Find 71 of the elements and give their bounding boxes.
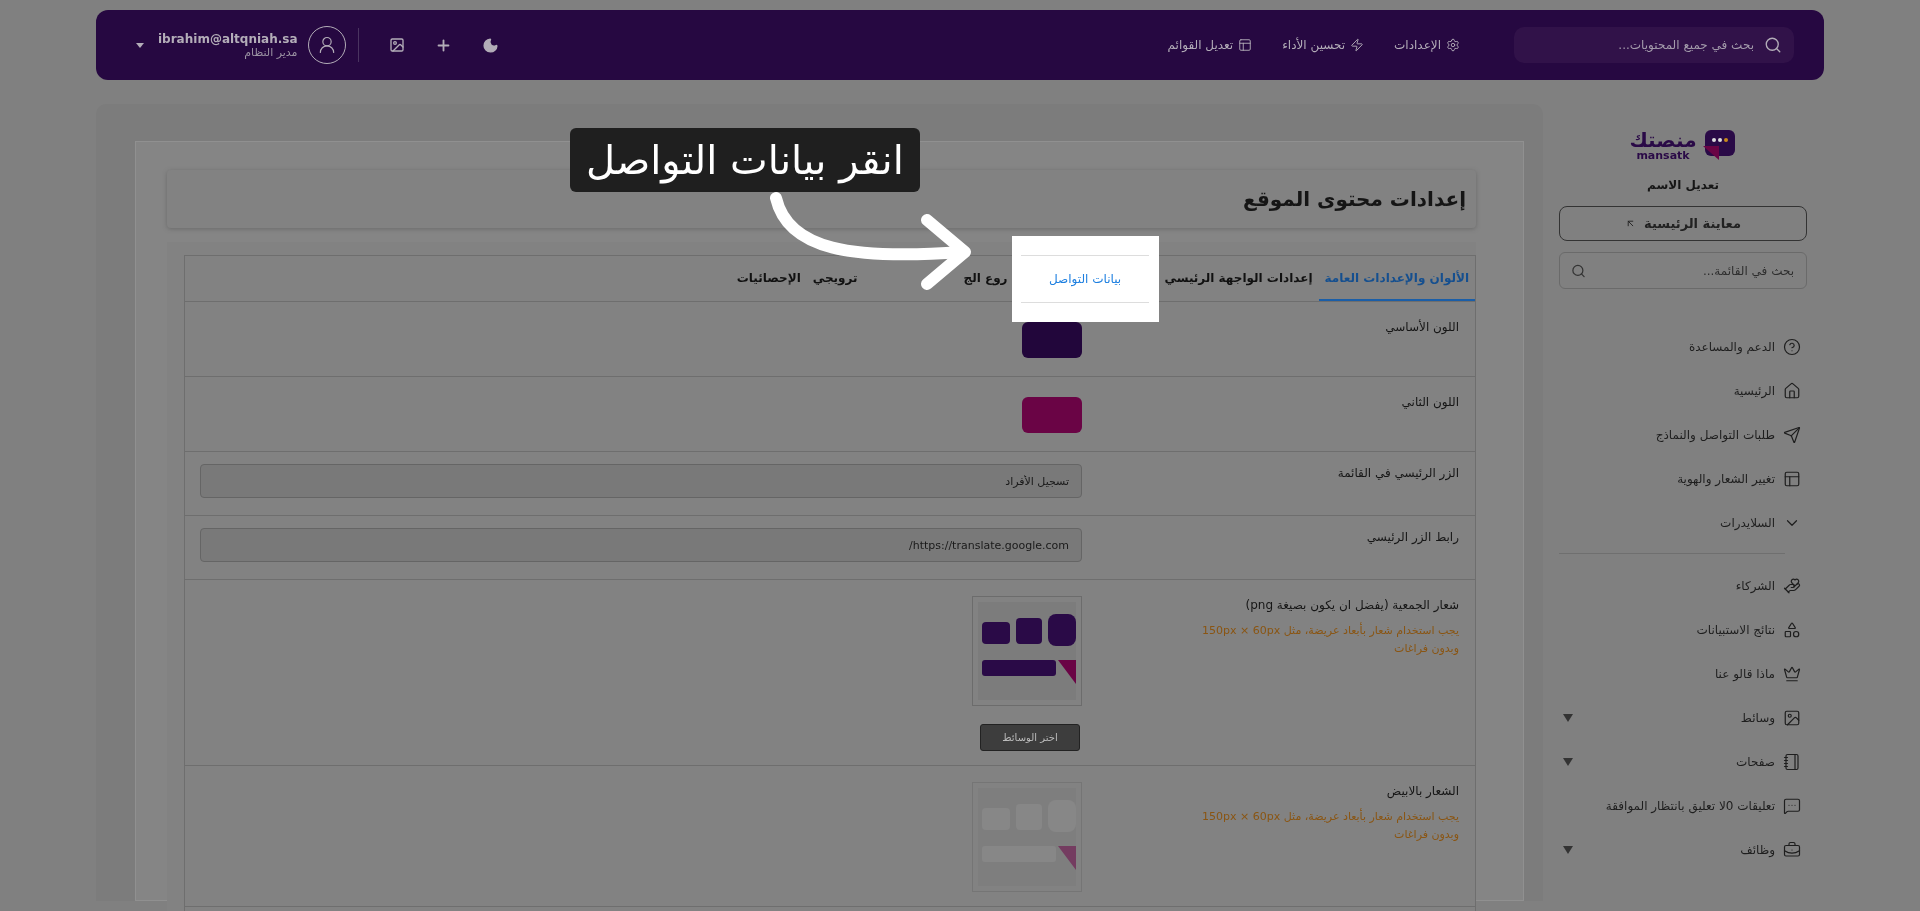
house-icon [1783, 382, 1801, 400]
site-name: تعديل الاسم [1647, 178, 1719, 192]
nav-link-label: الإعدادات [1394, 38, 1441, 52]
tab[interactable]: بيانات التواصل [1011, 236, 1159, 322]
settings-icon [1446, 38, 1460, 52]
field-label: شعار الجمعية (يفضل ان يكون بصيغة png) [1244, 598, 1459, 612]
nav-link[interactable]: الإعدادات [1394, 38, 1460, 52]
field-label: الشعار بالابيض [1385, 784, 1459, 798]
brand-latin-name: mansatk [1636, 149, 1690, 161]
moon-icon [481, 36, 499, 54]
sidebar-item[interactable]: وظائف [1559, 828, 1801, 872]
nav-link-label: تعديل القوائم [1167, 38, 1234, 52]
nav-link[interactable]: تعديل القوائم [1167, 38, 1253, 52]
brand-name: منصتك [1629, 129, 1697, 150]
field-label: اللون الأساسي [1384, 320, 1459, 334]
sidebar-item[interactable]: تغيير الشعار والهوية [1559, 457, 1801, 501]
text-field[interactable]: https://translate.google.com/ [200, 528, 1082, 562]
media-button[interactable] [388, 37, 405, 53]
preview-button[interactable]: معاينة الرئيسية [1559, 206, 1807, 241]
tab[interactable]: الألوان والإعدادات العامة [1318, 256, 1475, 301]
send-icon [1783, 426, 1801, 444]
field-label: اللون الثاني [1400, 395, 1459, 409]
image-icon [388, 37, 405, 53]
expand-caret-icon [1563, 758, 1573, 766]
color-swatch[interactable] [1022, 397, 1082, 433]
sidebar-item[interactable]: صفحات [1559, 740, 1801, 784]
field-label: الزر الرئيسي في القائمة [1336, 466, 1459, 480]
caret-icon[interactable] [136, 42, 144, 48]
page-title: إعدادات محتوى الموقع [1243, 187, 1466, 211]
briefcase-icon [1783, 841, 1801, 859]
expand-caret-icon [1563, 846, 1573, 854]
search-field[interactable]: بحث في جميع المحتويات... [1514, 27, 1794, 63]
hint-text: يجب استخدام شعار بأبعاد عريضة، مثل 150px × 60px وبدون فراغات [1201, 622, 1459, 657]
user-role: مدير النظام [244, 45, 298, 59]
tab[interactable]: ترويجي [806, 256, 864, 301]
tab[interactable]: الإحصائيات [730, 256, 807, 301]
sidebar-item[interactable]: السلايدرات [1559, 501, 1801, 545]
hint-text: يجب استخدام شعار بأبعاد عريضة، مثل 150px × 60px وبدون فراغات [1201, 808, 1459, 843]
sidebar-item[interactable]: الدعم والمساعدة [1559, 325, 1801, 369]
layout-icon [1783, 470, 1801, 488]
sidebar-item[interactable]: تعليقات 0لا تعليق بانتظار الموافقة [1559, 784, 1801, 828]
menu-search-field[interactable]: بحث في القائمة... [1559, 252, 1807, 289]
sidebar-item[interactable]: ماذا قالو عنا [1559, 652, 1801, 696]
tab[interactable]: روع الج [863, 256, 1012, 301]
help-icon [1783, 338, 1801, 356]
sidebar-item[interactable]: وسائط [1559, 696, 1801, 740]
sidebar-item[interactable]: الرئيسية [1559, 369, 1801, 413]
message-icon [1783, 797, 1801, 815]
tab[interactable]: إعدادات الواجهة الرئيسي [1158, 256, 1319, 301]
sidebar-item[interactable]: الشركاء [1559, 564, 1801, 608]
nav-link[interactable]: تحسين الأداء [1282, 38, 1365, 52]
tooltip-callout: انقر بيانات التواصل [570, 128, 920, 192]
expand-caret-icon [1563, 714, 1573, 722]
field-label: رابط الزر الرئيسي [1365, 530, 1459, 544]
choose-media-button[interactable]: اختر الوسائط [980, 724, 1080, 751]
sidebar-item[interactable]: طلبات التواصل والنماذج [1559, 413, 1801, 457]
sidebar-item[interactable]: نتائج الاستبيانات [1559, 608, 1801, 652]
notebook-icon [1783, 753, 1801, 771]
user-email: ibrahim@altqniah.sa [158, 31, 298, 46]
search-icon [1571, 263, 1586, 278]
hand-heart-icon [1783, 577, 1801, 595]
color-swatch[interactable] [1022, 322, 1082, 358]
nav-link-label: تحسين الأداء [1282, 38, 1346, 52]
image-icon [1783, 709, 1801, 727]
dark-mode-button[interactable] [481, 36, 499, 54]
crown-icon [1783, 665, 1801, 683]
text-field[interactable]: تسجيل الأفراد [200, 464, 1082, 498]
shapes-icon [1783, 621, 1801, 639]
layout-icon [1238, 38, 1253, 52]
bolt-icon [1350, 38, 1365, 52]
search-icon [1764, 36, 1782, 54]
